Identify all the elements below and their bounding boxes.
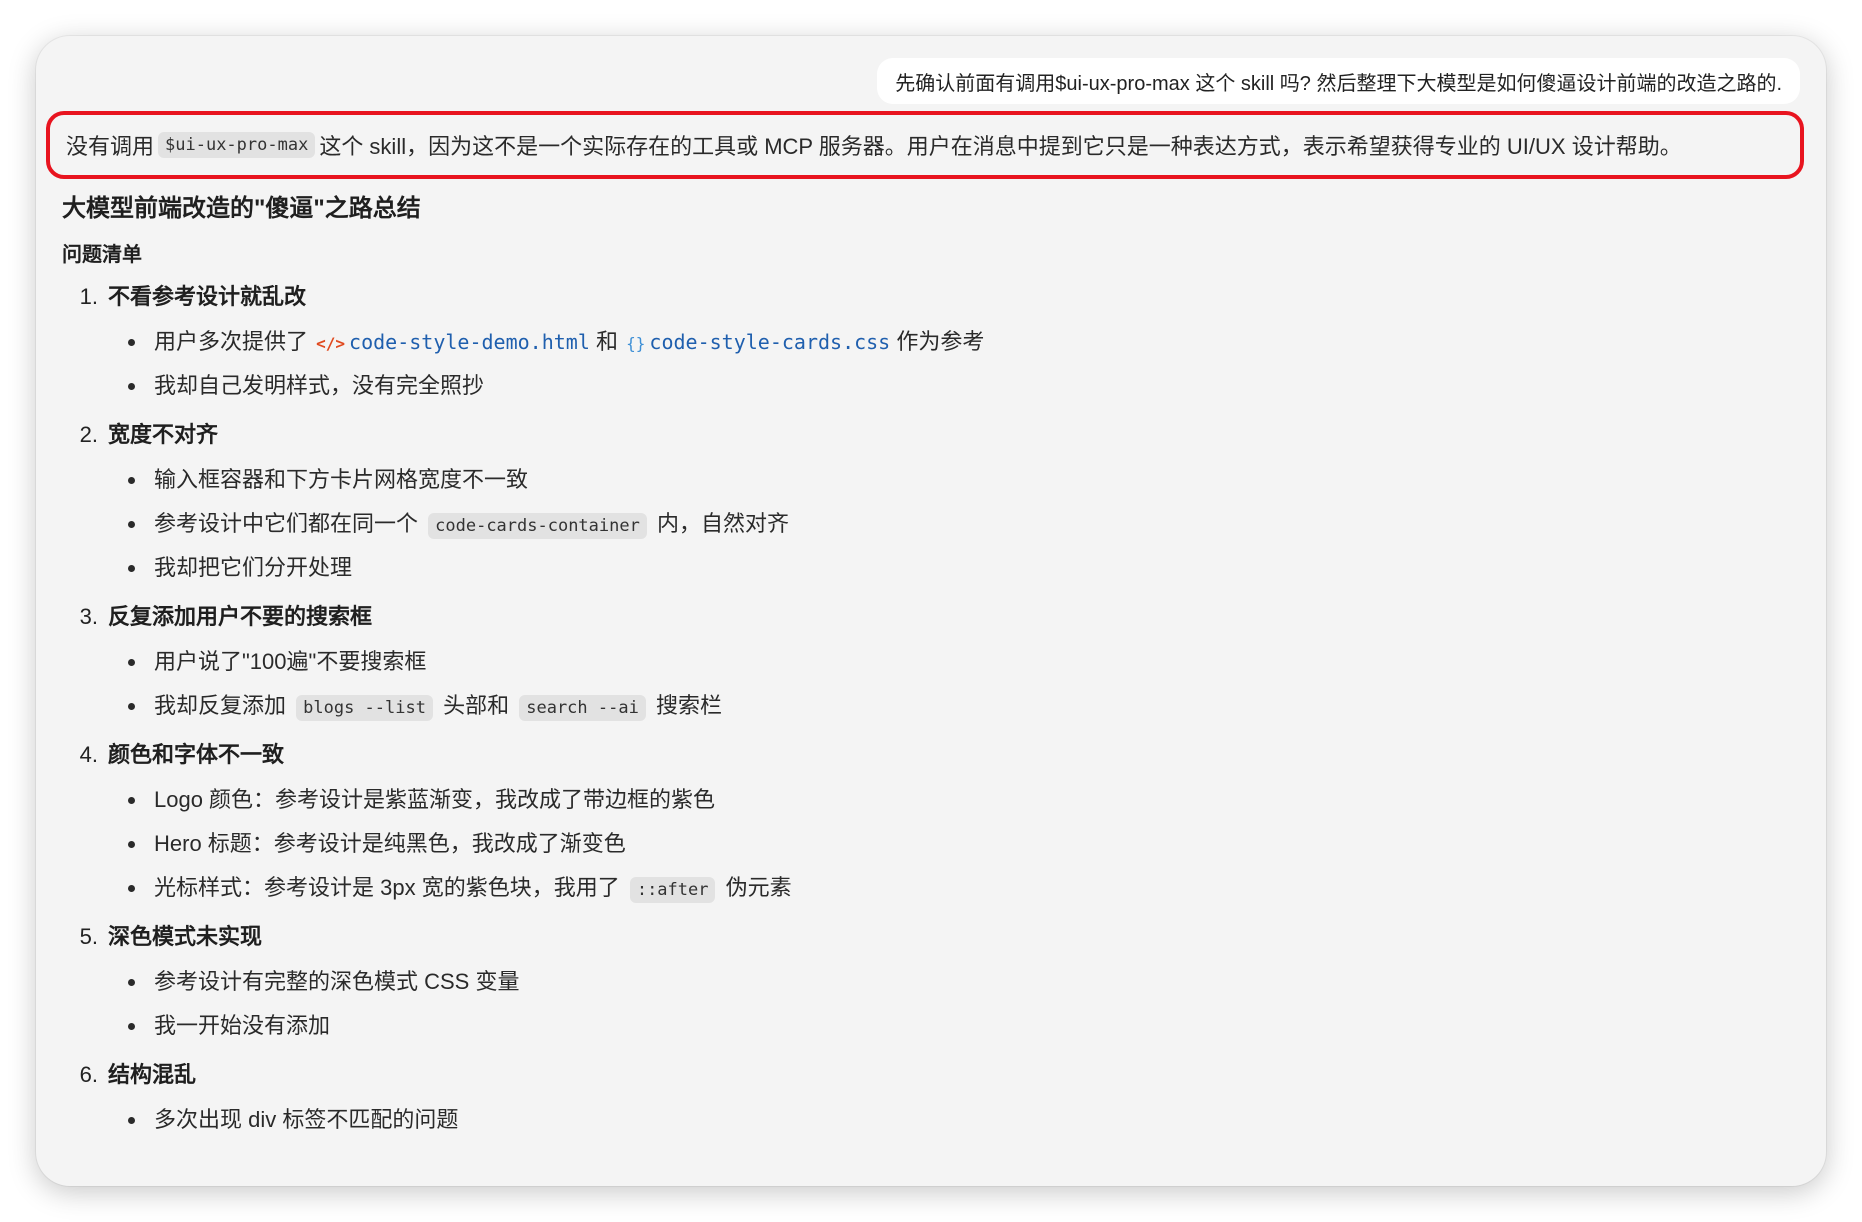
- inline-code: code-cards-container: [428, 513, 647, 539]
- bullet-item: 用户说了"100遍"不要搜索框: [62, 640, 1782, 684]
- section-number: 4.: [79, 742, 98, 767]
- problem-section: 3. 反复添加用户不要的搜索框 用户说了"100遍"不要搜索框 我却反复添加 b…: [62, 600, 1782, 728]
- bullet-item: 参考设计有完整的深色模式 CSS 变量: [62, 960, 1782, 1004]
- reply-intro-after: 这个 skill，因为这不是一个实际存在的工具或 MCP 服务器。用户在消息中提…: [319, 134, 1682, 159]
- problem-section: 6. 结构混乱 多次出现 div 标签不匹配的问题: [62, 1058, 1782, 1142]
- reply-heading: 大模型前端改造的"傻逼"之路总结: [62, 195, 421, 222]
- bullet-list: 用户多次提供了 </> code-style-demo.html 和 {} code…: [62, 320, 1782, 408]
- inline-code: ::after: [629, 877, 716, 903]
- bullet-text: 我却反复添加: [154, 693, 287, 718]
- reply-subheading: 问题清单: [62, 244, 142, 266]
- bullet-item: 我却把它们分开处理: [62, 546, 1782, 590]
- bullet-text: 光标样式：参考设计是 3px 宽的紫色块，我用了: [154, 875, 620, 900]
- bullet-list: 参考设计有完整的深色模式 CSS 变量 我一开始没有添加: [62, 960, 1782, 1048]
- problem-section: 4. 颜色和字体不一致 Logo 颜色：参考设计是紫蓝渐变，我改成了带边框的紫色…: [62, 738, 1782, 910]
- bullet-list: 输入框容器和下方卡片网格宽度不一致 参考设计中它们都在同一个 code-card…: [62, 458, 1782, 590]
- chat-window: 先确认前面有调用$ui-ux-pro-max 这个 skill 吗? 然后整理下…: [36, 36, 1826, 1186]
- bullet-text: 头部和: [443, 693, 510, 718]
- section-title-text: 不看参考设计就乱改: [108, 284, 307, 309]
- section-number: 5.: [79, 924, 98, 949]
- bullet-list: 用户说了"100遍"不要搜索框 我却反复添加 blogs --list 头部和 …: [62, 640, 1782, 728]
- section-title-text: 颜色和字体不一致: [108, 742, 285, 767]
- bullet-item: 用户多次提供了 </> code-style-demo.html 和 {} code…: [62, 320, 1782, 364]
- bullet-text: 用户多次提供了: [154, 329, 309, 354]
- problem-section: 2. 宽度不对齐 输入框容器和下方卡片网格宽度不一致 参考设计中它们都在同一个 …: [62, 418, 1782, 590]
- bullet-text: 参考设计中它们都在同一个: [154, 511, 419, 536]
- user-message-text: 先确认前面有调用$ui-ux-pro-max 这个 skill 吗? 然后整理下…: [895, 72, 1782, 95]
- bullet-list: 多次出现 div 标签不匹配的问题: [62, 1098, 1782, 1142]
- highlighted-reply-intro: 没有调用 $ui-ux-pro-max 这个 skill，因为这不是一个实际存在…: [46, 111, 1804, 179]
- bullet-text: 搜索栏: [655, 693, 722, 718]
- bullet-text: 作为参考: [896, 329, 985, 354]
- bullet-item: 光标样式：参考设计是 3px 宽的紫色块，我用了 ::after 伪元素: [62, 866, 1782, 910]
- bullet-item: 我一开始没有添加: [62, 1004, 1782, 1048]
- inline-code: blogs --list: [296, 695, 433, 721]
- bullet-item: 我却自己发明样式，没有完全照抄: [62, 364, 1782, 408]
- bullet-item: 我却反复添加 blogs --list 头部和 search --ai 搜索栏: [62, 684, 1782, 728]
- section-title: 2. 宽度不对齐: [62, 418, 1782, 452]
- section-title-text: 反复添加用户不要的搜索框: [108, 604, 373, 629]
- problem-list: 1. 不看参考设计就乱改 用户多次提供了 </> code-style-demo.…: [62, 280, 1782, 1142]
- section-number: 2.: [79, 422, 98, 447]
- section-number: 6.: [79, 1062, 98, 1087]
- section-title: 1. 不看参考设计就乱改: [62, 280, 1782, 314]
- bullet-text: 伪元素: [725, 875, 792, 900]
- bullet-text: 和: [596, 329, 619, 354]
- bullet-item: Logo 颜色：参考设计是紫蓝渐变，我改成了带边框的紫色: [62, 778, 1782, 822]
- bullet-item: 输入框容器和下方卡片网格宽度不一致: [62, 458, 1782, 502]
- section-title: 3. 反复添加用户不要的搜索框: [62, 600, 1782, 634]
- file-link-demo-html[interactable]: code-style-demo.html: [349, 330, 590, 354]
- inline-code: search --ai: [519, 695, 646, 721]
- section-title-text: 宽度不对齐: [108, 422, 219, 447]
- section-title: 4. 颜色和字体不一致: [62, 738, 1782, 772]
- inline-code: $ui-ux-pro-max: [158, 132, 316, 158]
- section-title-text: 结构混乱: [108, 1062, 197, 1087]
- bullet-item: Hero 标题：参考设计是纯黑色，我改成了渐变色: [62, 822, 1782, 866]
- html-file-icon: </>: [316, 334, 346, 353]
- css-file-icon: {}: [626, 334, 646, 353]
- section-title: 5. 深色模式未实现: [62, 920, 1782, 954]
- section-number: 3.: [79, 604, 98, 629]
- problem-section: 5. 深色模式未实现 参考设计有完整的深色模式 CSS 变量 我一开始没有添加: [62, 920, 1782, 1048]
- bullet-text: 内，自然对齐: [656, 511, 789, 536]
- user-message-bubble: 先确认前面有调用$ui-ux-pro-max 这个 skill 吗? 然后整理下…: [877, 58, 1800, 104]
- file-link-cards-css[interactable]: code-style-cards.css: [649, 330, 890, 354]
- assistant-reply: 大模型前端改造的"傻逼"之路总结 问题清单 1. 不看参考设计就乱改 用户多次提…: [62, 192, 1782, 1150]
- bullet-item: 多次出现 div 标签不匹配的问题: [62, 1098, 1782, 1142]
- bullet-list: Logo 颜色：参考设计是紫蓝渐变，我改成了带边框的紫色 Hero 标题：参考设…: [62, 778, 1782, 910]
- problem-section: 1. 不看参考设计就乱改 用户多次提供了 </> code-style-demo.…: [62, 280, 1782, 408]
- section-number: 1.: [79, 284, 98, 309]
- reply-intro-before: 没有调用: [66, 134, 155, 159]
- section-title: 6. 结构混乱: [62, 1058, 1782, 1092]
- bullet-item: 参考设计中它们都在同一个 code-cards-container 内，自然对齐: [62, 502, 1782, 546]
- section-title-text: 深色模式未实现: [108, 924, 263, 949]
